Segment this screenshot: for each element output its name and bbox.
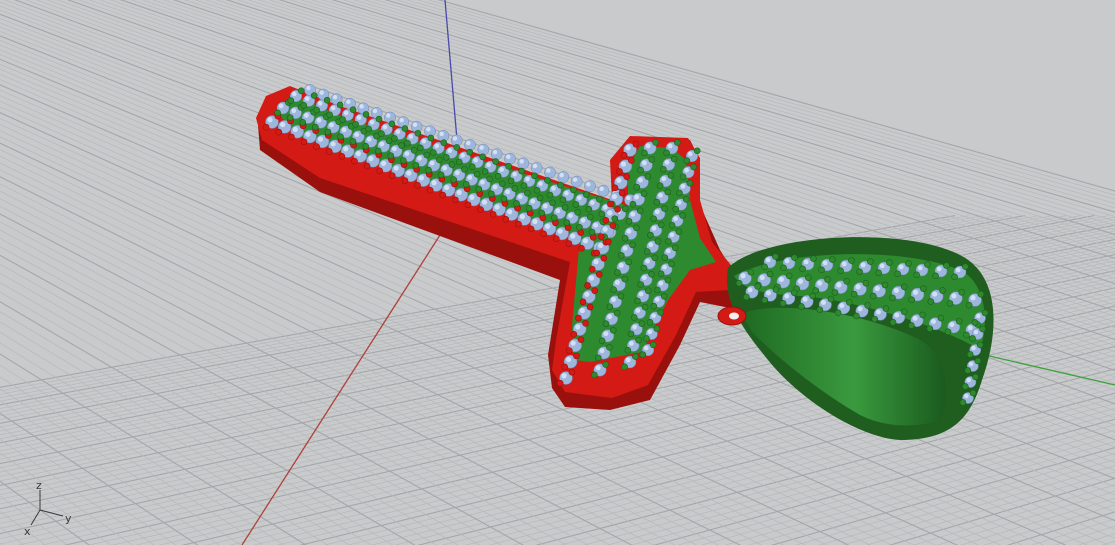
gizmo-x-label: x	[24, 525, 31, 538]
gizmo-y-label: y	[65, 512, 72, 525]
bail-connector[interactable]	[717, 306, 747, 326]
gizmo-z-label: z	[36, 479, 42, 492]
rhino-perspective-viewport[interactable]: z y x	[0, 0, 1115, 545]
